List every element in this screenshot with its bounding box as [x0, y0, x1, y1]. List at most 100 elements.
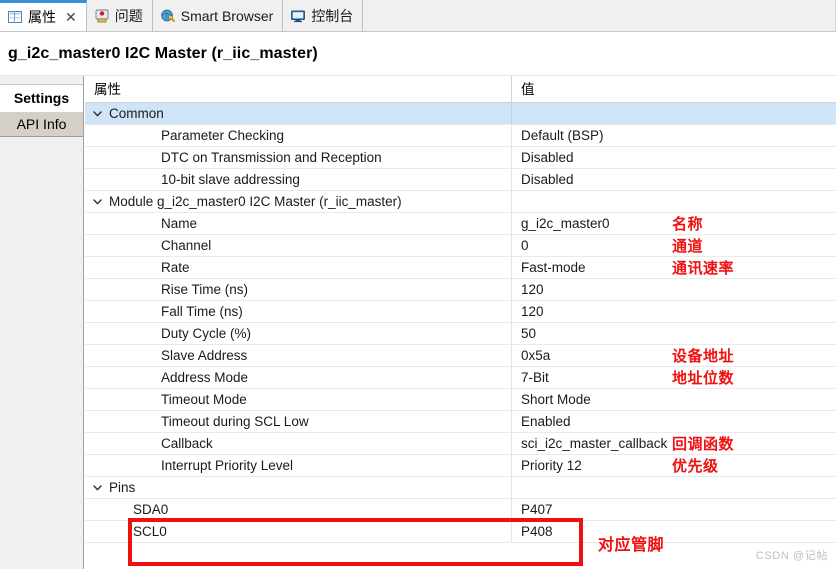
cell-property[interactable]: Slave Address	[85, 345, 512, 366]
property-label: Pins	[109, 480, 136, 495]
property-label: Module g_i2c_master0 I2C Master (r_iic_m…	[109, 194, 402, 209]
tab-console[interactable]: 控制台	[283, 0, 364, 31]
table-row[interactable]: Interrupt Priority Level Priority 12 优先级	[85, 455, 836, 477]
table-row[interactable]: Address Mode 7-Bit 地址位数	[85, 367, 836, 389]
sidebar-top-strip	[0, 76, 83, 85]
row-annotation-label: 回调函数	[672, 436, 735, 453]
cell-value[interactable]: 120	[512, 279, 836, 300]
cell-value[interactable]	[512, 103, 836, 124]
tab-console-label: 控制台	[311, 7, 354, 24]
property-label: SDA0	[133, 502, 169, 517]
table-row[interactable]: Slave Address 0x5a 设备地址	[85, 345, 836, 367]
cell-value[interactable]: Short Mode	[512, 389, 836, 410]
cell-property[interactable]: Common	[85, 103, 512, 124]
column-header-property[interactable]: 属性	[85, 76, 512, 103]
cell-value[interactable]: sci_i2c_master_callback 回调函数	[512, 433, 836, 454]
cell-value[interactable]: 0x5a 设备地址	[512, 345, 836, 366]
tab-smart-browser[interactable]: Smart Browser	[152, 0, 284, 31]
sidebar-item-api-info-label: API Info	[16, 116, 67, 132]
cell-value[interactable]: Default (BSP)	[512, 125, 836, 146]
cell-property[interactable]: Name	[85, 213, 512, 234]
cell-property[interactable]: Callback	[85, 433, 512, 454]
cell-value[interactable]	[512, 477, 836, 498]
property-label: Rise Time (ns)	[161, 282, 249, 297]
cell-value[interactable]: Disabled	[512, 147, 836, 168]
tab-problems[interactable]: 问题	[86, 0, 153, 31]
tab-properties[interactable]: 属性 ✕	[0, 0, 87, 31]
cell-property[interactable]: SDA0	[85, 499, 512, 520]
table-row[interactable]: SCL0 P408	[85, 521, 836, 543]
chevron-down-icon[interactable]	[92, 108, 103, 119]
property-label: Fall Time (ns)	[161, 304, 243, 319]
cell-property[interactable]: Address Mode	[85, 367, 512, 388]
cell-property[interactable]: Channel	[85, 235, 512, 256]
cell-value[interactable]: g_i2c_master0 名称	[512, 213, 836, 234]
sidebar-item-settings[interactable]: Settings	[0, 85, 83, 111]
chevron-down-icon[interactable]	[92, 482, 103, 493]
cell-value[interactable]: Enabled	[512, 411, 836, 432]
cell-property[interactable]: DTC on Transmission and Reception	[85, 147, 512, 168]
table-row[interactable]: Fall Time (ns) 120	[85, 301, 836, 323]
cell-value[interactable]: 50	[512, 323, 836, 344]
settings-sidebar: Settings API Info	[0, 76, 84, 569]
properties-view-window: 属性 ✕ 问题 Smart Browser 控制台 g_i2c_master0 …	[0, 0, 836, 569]
column-header-value[interactable]: 值	[512, 76, 836, 103]
value-label: Priority 12	[521, 458, 582, 473]
cell-property[interactable]: Timeout Mode	[85, 389, 512, 410]
table-row[interactable]: Callback sci_i2c_master_callback 回调函数	[85, 433, 836, 455]
smart-browser-icon	[160, 9, 175, 22]
cell-value[interactable]: Disabled	[512, 169, 836, 190]
cell-value[interactable]: 0 通道	[512, 235, 836, 256]
table-row[interactable]: 10-bit slave addressing Disabled	[85, 169, 836, 191]
sidebar-item-settings-label: Settings	[13, 90, 70, 106]
table-row[interactable]: Channel 0 通道	[85, 235, 836, 257]
value-label: Enabled	[521, 414, 571, 429]
table-row[interactable]: Rise Time (ns) 120	[85, 279, 836, 301]
value-label: g_i2c_master0	[521, 216, 610, 231]
table-row[interactable]: Parameter Checking Default (BSP)	[85, 125, 836, 147]
tab-properties-close-icon[interactable]: ✕	[65, 10, 77, 24]
cell-property[interactable]: Module g_i2c_master0 I2C Master (r_iic_m…	[85, 191, 512, 212]
cell-value[interactable]: Priority 12 优先级	[512, 455, 836, 476]
cell-value[interactable]: P407	[512, 499, 836, 520]
cell-value[interactable]: P408	[512, 521, 836, 542]
property-label: Address Mode	[161, 370, 249, 385]
problems-icon	[95, 9, 109, 22]
table-row[interactable]: Module g_i2c_master0 I2C Master (r_iic_m…	[85, 191, 836, 213]
table-row[interactable]: Timeout during SCL Low Enabled	[85, 411, 836, 433]
table-row[interactable]: Timeout Mode Short Mode	[85, 389, 836, 411]
cell-value[interactable]: Fast-mode 通讯速率	[512, 257, 836, 278]
table-row[interactable]: Name g_i2c_master0 名称	[85, 213, 836, 235]
table-row[interactable]: Rate Fast-mode 通讯速率	[85, 257, 836, 279]
cell-property[interactable]: Interrupt Priority Level	[85, 455, 512, 476]
cell-property[interactable]: Duty Cycle (%)	[85, 323, 512, 344]
cell-property[interactable]: Rise Time (ns)	[85, 279, 512, 300]
cell-property[interactable]: SCL0	[85, 521, 512, 542]
table-row[interactable]: Common	[85, 103, 836, 125]
chevron-down-icon[interactable]	[92, 196, 103, 207]
cell-property[interactable]: Timeout during SCL Low	[85, 411, 512, 432]
row-annotation-label: 设备地址	[672, 348, 735, 365]
cell-property[interactable]: Pins	[85, 477, 512, 498]
table-row[interactable]: SDA0 P407	[85, 499, 836, 521]
table-row[interactable]: Pins	[85, 477, 836, 499]
tab-problems-label: 问题	[114, 7, 143, 24]
cell-property[interactable]: Rate	[85, 257, 512, 278]
table-row[interactable]: DTC on Transmission and Reception Disable…	[85, 147, 836, 169]
property-label: Parameter Checking	[161, 128, 285, 143]
table-row[interactable]: Duty Cycle (%) 50	[85, 323, 836, 345]
tab-bar-empty-area	[363, 0, 836, 31]
sidebar-item-api-info[interactable]: API Info	[0, 111, 83, 137]
cell-value[interactable]	[512, 191, 836, 212]
cell-value[interactable]: 120	[512, 301, 836, 322]
cell-property[interactable]: Fall Time (ns)	[85, 301, 512, 322]
cell-property[interactable]: Parameter Checking	[85, 125, 512, 146]
cell-value[interactable]: 7-Bit 地址位数	[512, 367, 836, 388]
cell-property[interactable]: 10-bit slave addressing	[85, 169, 512, 190]
